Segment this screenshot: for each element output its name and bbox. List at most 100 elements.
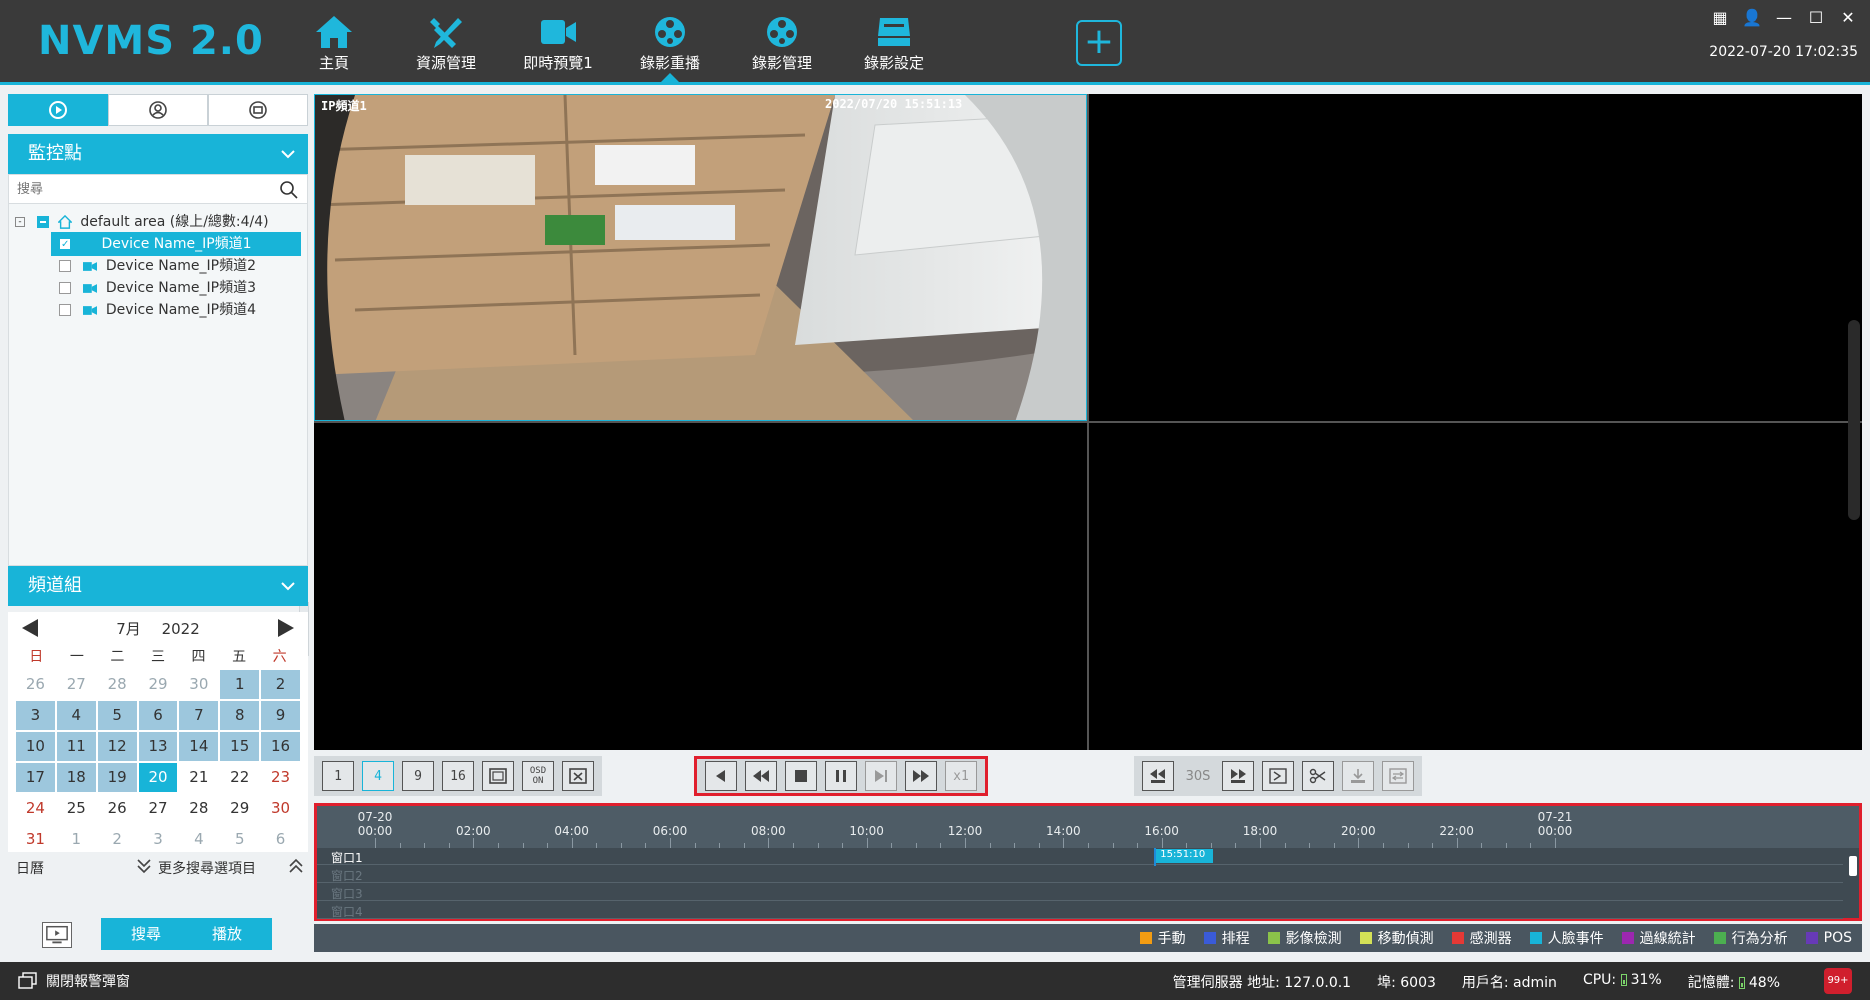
- play-button[interactable]: 播放: [182, 918, 272, 950]
- tree-root-checkbox[interactable]: [37, 216, 50, 228]
- stop-button[interactable]: [785, 761, 817, 791]
- tree-device-1[interactable]: Device Name_IP頻道1: [51, 232, 301, 257]
- speed-button[interactable]: x1: [945, 761, 977, 791]
- video-window-3[interactable]: [314, 423, 1087, 750]
- calendar-day[interactable]: 28: [98, 670, 137, 699]
- channel-group-section-header[interactable]: 頻道組: [8, 566, 308, 606]
- timeline-scrollbar[interactable]: [1847, 848, 1859, 918]
- alarm-badge[interactable]: 99+: [1824, 968, 1852, 994]
- timeline-row[interactable]: 窗口1: [317, 848, 1843, 865]
- playhead[interactable]: [1154, 848, 1157, 866]
- osd-button[interactable]: OSD ON: [522, 761, 554, 791]
- tree-root[interactable]: - default area (線上/總數:4/4): [15, 210, 269, 234]
- nav-playback[interactable]: 錄影重播: [610, 0, 730, 82]
- nav-record-settings[interactable]: 錄影設定: [834, 0, 954, 82]
- user-icon[interactable]: 👤: [1742, 8, 1762, 28]
- calendar-day[interactable]: 15: [220, 732, 260, 761]
- timeline-row[interactable]: 窗口2: [317, 866, 1843, 883]
- calendar-day[interactable]: 5: [97, 701, 137, 730]
- nav-resource[interactable]: 資源管理: [386, 0, 506, 82]
- nav-home[interactable]: 主頁: [274, 0, 394, 82]
- calendar-day[interactable]: 11: [56, 732, 96, 761]
- cut-button[interactable]: [1302, 761, 1334, 791]
- tree-device-4[interactable]: Device Name_IP頻道4: [51, 298, 256, 322]
- more-search-options[interactable]: 更多搜尋選項目: [158, 858, 256, 878]
- calendar-day[interactable]: 30: [179, 670, 218, 699]
- fast-forward-button[interactable]: [905, 761, 937, 791]
- device-1-checkbox[interactable]: [59, 233, 71, 257]
- video-window-2[interactable]: [1089, 94, 1862, 421]
- calendar-day[interactable]: 2: [261, 670, 300, 699]
- calendar-day[interactable]: 1: [57, 825, 96, 854]
- calendar-day[interactable]: 8: [220, 701, 260, 730]
- calendar-day[interactable]: 12: [97, 732, 137, 761]
- timeline-row[interactable]: 窗口4: [317, 902, 1843, 919]
- video-window-4[interactable]: [1089, 423, 1862, 750]
- tab-event[interactable]: [208, 94, 308, 126]
- timeline-scroll-thumb[interactable]: [1849, 856, 1857, 876]
- calendar-day[interactable]: 14: [179, 732, 219, 761]
- add-tab-button[interactable]: +: [1076, 20, 1122, 66]
- calendar-day[interactable]: 3: [139, 825, 178, 854]
- clip-button[interactable]: [1262, 761, 1294, 791]
- calendar-day[interactable]: 28: [179, 794, 218, 823]
- calendar-day[interactable]: 4: [179, 825, 218, 854]
- calendar-day[interactable]: 4: [56, 701, 96, 730]
- calendar-day[interactable]: 31: [16, 825, 55, 854]
- forward-30s-button[interactable]: [1222, 761, 1254, 791]
- video-window-1[interactable]: IP頻道1 2022/07/20 15:51:13: [314, 94, 1087, 421]
- calendar-day[interactable]: 25: [57, 794, 96, 823]
- calendar-day[interactable]: 10: [16, 732, 55, 761]
- split-1-button[interactable]: 1: [322, 761, 354, 791]
- sync-button[interactable]: [1382, 761, 1414, 791]
- tree-collapse-icon[interactable]: -: [15, 217, 25, 227]
- split-4-button[interactable]: 4: [362, 761, 394, 791]
- calendar-day[interactable]: 17: [16, 763, 55, 792]
- nav-record-manage[interactable]: 錄影管理: [722, 0, 842, 82]
- close-icon[interactable]: ✕: [1838, 8, 1858, 28]
- calendar-day[interactable]: 23: [261, 763, 300, 792]
- calendar-day[interactable]: 21: [179, 763, 218, 792]
- calendar-day[interactable]: 30: [261, 794, 300, 823]
- pause-button[interactable]: [825, 761, 857, 791]
- calendar-day[interactable]: 26: [98, 794, 137, 823]
- timeline-ruler[interactable]: 00:00 02:00 04:00 06:00 08:00 10:00 12:00 14:00…: [317, 806, 1859, 848]
- fullscreen-button[interactable]: [482, 761, 514, 791]
- timeline[interactable]: 00:00 02:00 04:00 06:00 08:00 10:00 12:00 14:00…: [314, 803, 1862, 921]
- device-search-input[interactable]: [9, 175, 259, 203]
- monitor-section-header[interactable]: 監控點: [8, 134, 308, 174]
- split-16-button[interactable]: 16: [442, 761, 474, 791]
- video-scrollbar[interactable]: [1848, 320, 1860, 520]
- device-4-checkbox[interactable]: [59, 304, 71, 316]
- search-button[interactable]: 搜尋: [101, 918, 191, 950]
- grid-icon[interactable]: ▦: [1710, 8, 1730, 28]
- device-3-checkbox[interactable]: [59, 282, 71, 294]
- calendar-day[interactable]: 16: [261, 732, 300, 761]
- calendar-day[interactable]: 27: [57, 670, 96, 699]
- calendar-day[interactable]: 5: [220, 825, 259, 854]
- double-chevron-down-icon[interactable]: [134, 856, 154, 876]
- calendar-day[interactable]: 22: [220, 763, 259, 792]
- calendar-day[interactable]: 6: [138, 701, 178, 730]
- calendar-day[interactable]: 2: [98, 825, 137, 854]
- device-2-checkbox[interactable]: [59, 260, 71, 272]
- timeline-row[interactable]: 窗口3: [317, 884, 1843, 901]
- calendar-day[interactable]: 20: [138, 763, 178, 792]
- reverse-play-button[interactable]: [705, 761, 737, 791]
- calendar-day[interactable]: 24: [16, 794, 55, 823]
- tab-playback[interactable]: [8, 94, 108, 126]
- rewind-button[interactable]: [745, 761, 777, 791]
- maximize-icon[interactable]: ☐: [1806, 8, 1826, 28]
- calendar-day[interactable]: 6: [261, 825, 300, 854]
- calendar-day[interactable]: 13: [138, 732, 178, 761]
- calendar-day[interactable]: 1: [220, 670, 260, 699]
- calendar-day[interactable]: 26: [16, 670, 55, 699]
- calendar-day[interactable]: 18: [56, 763, 96, 792]
- tree-device-3[interactable]: Device Name_IP頻道3: [51, 276, 256, 300]
- calendar-day[interactable]: 27: [139, 794, 178, 823]
- split-9-button[interactable]: 9: [402, 761, 434, 791]
- search-icon[interactable]: [279, 180, 299, 200]
- minimize-icon[interactable]: —: [1774, 8, 1794, 28]
- calendar-day[interactable]: 29: [139, 670, 178, 699]
- calendar-day[interactable]: 19: [97, 763, 137, 792]
